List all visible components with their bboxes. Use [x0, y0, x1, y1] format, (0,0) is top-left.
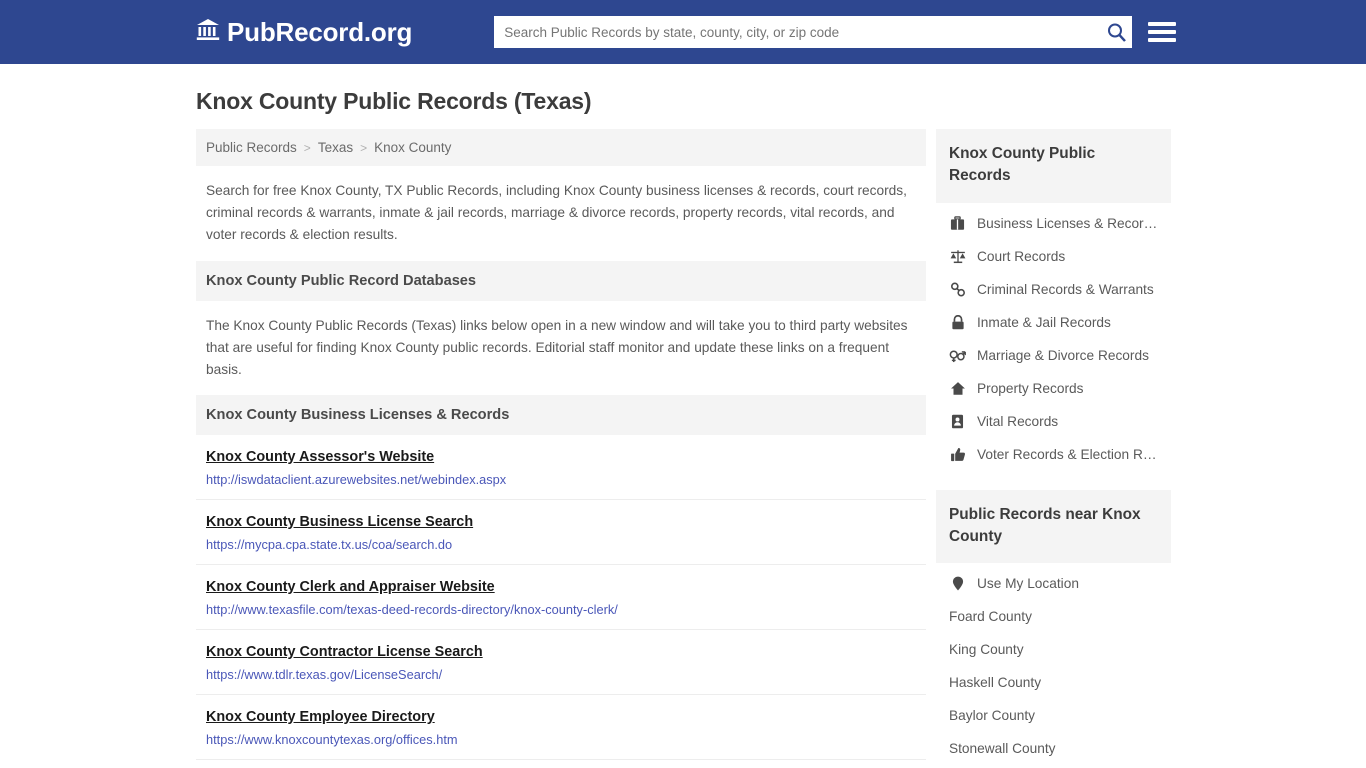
- sidebar-item-criminal-records[interactable]: Criminal Records & Warrants: [936, 273, 1171, 306]
- record-link-url[interactable]: https://www.tdlr.texas.gov/LicenseSearch…: [206, 667, 916, 682]
- sidebar-item-label: Voter Records & Election R…: [977, 446, 1157, 462]
- id-badge-icon: [949, 414, 966, 429]
- home-icon: [949, 381, 966, 396]
- sidebar-item-foard-county[interactable]: Foard County: [936, 600, 1171, 633]
- record-link-row: Knox County Assessor's Website http://is…: [196, 435, 926, 501]
- sidebar-item-haskell-county[interactable]: Haskell County: [936, 666, 1171, 699]
- sidebar-item-baylor-county[interactable]: Baylor County: [936, 699, 1171, 732]
- record-link-url[interactable]: https://www.knoxcountytexas.org/offices.…: [206, 732, 916, 747]
- see-all-row: See all Knox County Business Licenses & …: [196, 760, 926, 768]
- record-link-title[interactable]: Knox County Employee Directory: [206, 709, 435, 725]
- bank-icon: [196, 17, 220, 48]
- section-header-databases: Knox County Public Record Databases: [196, 260, 926, 301]
- breadcrumb-separator: >: [303, 140, 311, 155]
- breadcrumb-item-public-records[interactable]: Public Records: [206, 140, 297, 155]
- sidebar-item-vital-records[interactable]: Vital Records: [936, 405, 1171, 438]
- section-header-business-licenses: Knox County Business Licenses & Records: [196, 395, 926, 436]
- sidebar-item-stonewall-county[interactable]: Stonewall County: [936, 732, 1171, 765]
- breadcrumb-separator: >: [360, 140, 368, 155]
- record-link-title[interactable]: Knox County Business License Search: [206, 514, 473, 530]
- thumbs-up-icon: [949, 447, 966, 462]
- search-input[interactable]: [494, 16, 1133, 48]
- page-title: Knox County Public Records (Texas): [196, 88, 592, 114]
- sidebar-nearby-list: Use My Location Foard County King County…: [936, 563, 1171, 765]
- sidebar-item-label: Baylor County: [949, 708, 1035, 724]
- breadcrumb-item-texas[interactable]: Texas: [318, 140, 353, 155]
- record-link-url[interactable]: http://www.texasfile.com/texas-deed-reco…: [206, 602, 916, 617]
- sidebar-item-label: Foard County: [949, 609, 1032, 625]
- site-logo[interactable]: PubRecord.org: [196, 17, 412, 48]
- breadcrumb: Public Records > Texas > Knox County: [196, 129, 926, 166]
- logo-text: PubRecord.org: [227, 16, 413, 47]
- sidebar-item-property-records[interactable]: Property Records: [936, 372, 1171, 405]
- sidebar-item-label: Criminal Records & Warrants: [977, 281, 1154, 297]
- map-pin-icon: [949, 576, 966, 591]
- page-container: Knox County Public Records (Texas) Publi…: [0, 64, 1366, 768]
- sidebar-item-label: Court Records: [977, 248, 1066, 264]
- record-link-url[interactable]: http://iswdataclient.azurewebsites.net/w…: [206, 472, 916, 487]
- main-column: Public Records > Texas > Knox County Sea…: [196, 129, 926, 768]
- lock-icon: [949, 314, 966, 330]
- sidebar-item-label: Business Licenses & Records: [977, 215, 1158, 231]
- record-link-row: Knox County Employee Directory https://w…: [196, 695, 926, 761]
- record-link-title[interactable]: Knox County Assessor's Website: [206, 449, 434, 465]
- sidebar-item-label: King County: [949, 642, 1024, 658]
- scales-of-justice-icon: [949, 249, 966, 264]
- sidebar-item-label: Property Records: [977, 380, 1084, 396]
- sidebar-item-use-my-location[interactable]: Use My Location: [936, 567, 1171, 600]
- sidebar-heading-records: Knox County Public Records: [936, 129, 1171, 203]
- record-link-title[interactable]: Knox County Contractor License Search: [206, 644, 483, 660]
- record-link-row: Knox County Clerk and Appraiser Website …: [196, 565, 926, 631]
- sidebar-item-label: Vital Records: [977, 413, 1059, 429]
- intro-paragraph: Search for free Knox County, TX Public R…: [206, 183, 907, 243]
- search-button[interactable]: [1107, 23, 1127, 45]
- sidebar-item-king-county[interactable]: King County: [936, 633, 1171, 666]
- sidebar-item-label: Inmate & Jail Records: [977, 314, 1111, 330]
- search-bar: [494, 16, 1133, 48]
- sidebar-item-label: Haskell County: [949, 675, 1042, 691]
- record-link-row: Knox County Business License Search http…: [196, 500, 926, 566]
- sidebar: Knox County Public Records Business Lice…: [936, 129, 1171, 765]
- sidebar-item-court-records[interactable]: Court Records: [936, 240, 1171, 273]
- sidebar-item-inmate-jail-records[interactable]: Inmate & Jail Records: [936, 306, 1171, 339]
- sidebar-item-label: Marriage & Divorce Records: [977, 347, 1149, 363]
- venus-mars-icon: [949, 348, 966, 363]
- briefcase-icon: [949, 215, 966, 231]
- record-link-row: Knox County Contractor License Search ht…: [196, 630, 926, 696]
- handcuffs-icon: [949, 282, 966, 297]
- site-header: PubRecord.org: [0, 0, 1366, 64]
- databases-paragraph: The Knox County Public Records (Texas) l…: [206, 317, 908, 377]
- sidebar-item-business-licenses[interactable]: Business Licenses & Records: [936, 207, 1171, 240]
- content-columns: Public Records > Texas > Knox County Sea…: [196, 129, 1171, 768]
- sidebar-heading-nearby: Public Records near Knox County: [936, 489, 1171, 564]
- record-link-title[interactable]: Knox County Clerk and Appraiser Website: [206, 579, 495, 595]
- hamburger-menu-icon[interactable]: [1148, 22, 1177, 42]
- sidebar-item-label: Use My Location: [977, 576, 1079, 592]
- sidebar-item-voter-records[interactable]: Voter Records & Election R…: [936, 438, 1171, 471]
- breadcrumb-item-knox-county[interactable]: Knox County: [374, 140, 451, 155]
- sidebar-item-marriage-divorce-records[interactable]: Marriage & Divorce Records: [936, 339, 1171, 372]
- search-icon: [1107, 23, 1127, 45]
- sidebar-item-label: Stonewall County: [949, 741, 1056, 757]
- sidebar-nearby-block: Public Records near Knox County Use My L…: [936, 489, 1171, 766]
- record-link-url[interactable]: https://mycpa.cpa.state.tx.us/coa/search…: [206, 537, 916, 552]
- sidebar-records-list: Business Licenses & Records Court Record…: [936, 203, 1171, 471]
